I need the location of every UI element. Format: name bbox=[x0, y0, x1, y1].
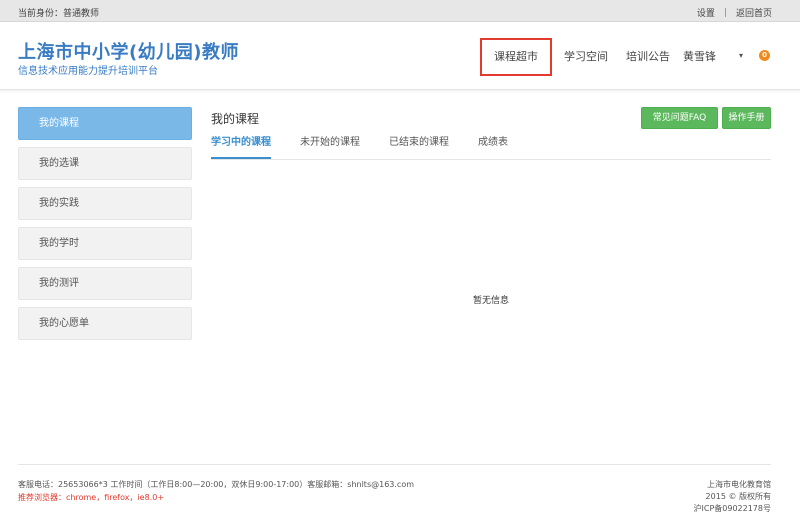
nav-course-market[interactable]: 课程超市 bbox=[480, 38, 552, 76]
nav-announcements[interactable]: 培训公告 bbox=[617, 38, 679, 76]
link-separator: | bbox=[723, 7, 727, 18]
current-identity: 当前身份：普通教师 bbox=[18, 9, 100, 19]
empty-message: 暂无信息 bbox=[472, 296, 509, 306]
nav-learning-space[interactable]: 学习空间 bbox=[555, 38, 617, 76]
sidebar-item-my-hours[interactable]: 我的学时 bbox=[18, 227, 192, 260]
footer-icp[interactable]: 沪ICP备09022178号 bbox=[694, 503, 772, 515]
main-nav: 课程超市 学习空间 培训公告 黄雪锋 ▾ 0 bbox=[480, 38, 770, 76]
footer-copyright: 2015 © 版权所有 bbox=[705, 492, 771, 501]
main-content: 我的课程 常见问题FAQ 操作手册 学习中的课程 未开始的课程 已结束的课程 成… bbox=[211, 107, 771, 457]
user-name[interactable]: 黄雪锋 bbox=[683, 38, 716, 76]
top-bar: 当前身份：普通教师 设置 | 返回首页 bbox=[0, 0, 800, 22]
tab-finished[interactable]: 已结束的课程 bbox=[389, 136, 449, 159]
sidebar-item-my-courses[interactable]: 我的课程 bbox=[18, 107, 192, 140]
sidebar-item-my-practice[interactable]: 我的实践 bbox=[18, 187, 192, 220]
page-title: 我的课程 bbox=[211, 112, 260, 126]
footer-org: 上海市电化教育馆 bbox=[707, 480, 771, 489]
home-link[interactable]: 返回首页 bbox=[736, 6, 772, 19]
tab-not-started[interactable]: 未开始的课程 bbox=[300, 136, 360, 159]
footer-right: 上海市电化教育馆 2015 © 版权所有 沪ICP备09022178号 bbox=[694, 479, 772, 515]
footer: 客服电话：25653066*3 工作时间（工作日8:00—20:00，双休日9:… bbox=[18, 464, 771, 524]
footer-browser-note: 推荐浏览器：chrome，firefox，ie8.0+ bbox=[18, 493, 165, 502]
faq-button[interactable]: 常见问题FAQ bbox=[641, 107, 718, 129]
header: 上海市中小学(幼儿园)教师 信息技术应用能力提升培训平台 课程超市 学习空间 培… bbox=[0, 22, 800, 90]
sidebar-item-my-assessment[interactable]: 我的测评 bbox=[18, 267, 192, 300]
course-tabs: 学习中的课程 未开始的课程 已结束的课程 成绩表 bbox=[211, 136, 771, 160]
manual-button[interactable]: 操作手册 bbox=[722, 107, 771, 129]
site-title[interactable]: 上海市中小学(幼儿园)教师 bbox=[18, 38, 239, 64]
footer-contact: 客服电话：25653066*3 工作时间（工作日8:00—20:00，双休日9:… bbox=[18, 480, 415, 489]
tab-grades[interactable]: 成绩表 bbox=[478, 136, 508, 159]
settings-link[interactable]: 设置 bbox=[697, 6, 715, 19]
tab-in-progress[interactable]: 学习中的课程 bbox=[211, 136, 271, 159]
sidebar-item-my-selections[interactable]: 我的选课 bbox=[18, 147, 192, 180]
notification-badge[interactable]: 0 bbox=[759, 50, 770, 61]
sidebar: 我的课程 我的选课 我的实践 我的学时 我的测评 我的心愿单 bbox=[18, 107, 192, 347]
site-subtitle: 信息技术应用能力提升培训平台 bbox=[18, 66, 158, 77]
top-links: 设置 | 返回首页 bbox=[697, 6, 772, 20]
chevron-down-icon[interactable]: ▾ bbox=[739, 51, 743, 60]
sidebar-item-my-wishlist[interactable]: 我的心愿单 bbox=[18, 307, 192, 340]
